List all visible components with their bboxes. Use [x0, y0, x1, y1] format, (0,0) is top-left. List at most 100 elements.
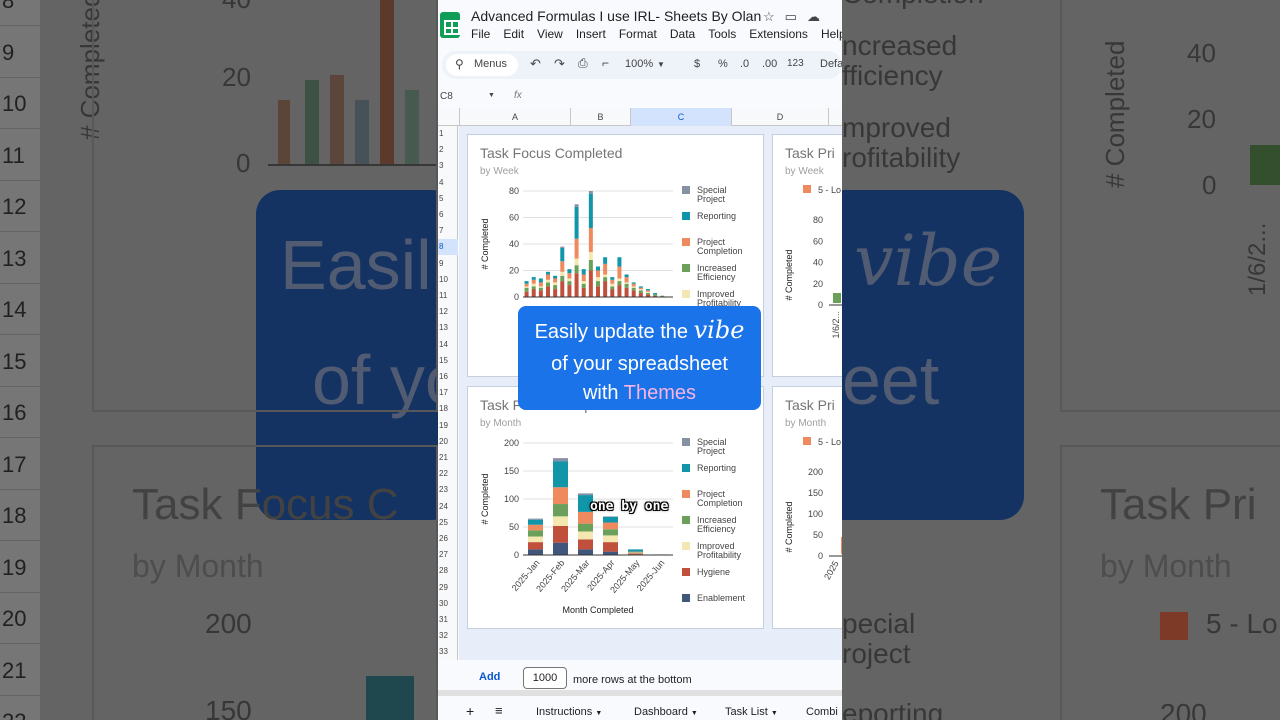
- bar-segment[interactable]: [603, 535, 618, 543]
- row-header-cell[interactable]: 22: [438, 466, 458, 482]
- bar-segment[interactable]: [574, 265, 579, 274]
- bar-segment[interactable]: [528, 549, 543, 555]
- bar-segment[interactable]: [574, 273, 579, 297]
- row-header-cell[interactable]: 31: [438, 612, 458, 628]
- bar-segment[interactable]: [624, 282, 629, 284]
- row-header-cell[interactable]: 21: [438, 450, 458, 466]
- bar-segment[interactable]: [553, 289, 558, 297]
- bar-segment[interactable]: [638, 293, 643, 297]
- row-header-cell[interactable]: 33: [438, 644, 458, 660]
- bar-segment[interactable]: [631, 283, 636, 287]
- bar-segment[interactable]: [531, 286, 536, 290]
- bar-segment[interactable]: [603, 516, 618, 523]
- row-header-cell[interactable]: 32: [438, 628, 458, 644]
- row-header-cell[interactable]: 7: [438, 223, 458, 239]
- bar-segment[interactable]: [574, 206, 579, 239]
- row-header-cell[interactable]: 29: [438, 580, 458, 596]
- bar-segment[interactable]: [553, 516, 568, 526]
- bar-segment[interactable]: [610, 277, 615, 280]
- bar-segment[interactable]: [617, 257, 622, 267]
- menu-item[interactable]: Format: [619, 27, 657, 41]
- bar-segment[interactable]: [588, 259, 593, 271]
- bar-segment[interactable]: [538, 286, 543, 288]
- bar-segment[interactable]: [631, 282, 636, 284]
- bar-segment[interactable]: [833, 293, 841, 303]
- bar-segment[interactable]: [538, 287, 543, 291]
- bar-segment[interactable]: [553, 458, 568, 462]
- bar-segment[interactable]: [553, 525, 568, 543]
- bar-segment[interactable]: [603, 542, 618, 552]
- bar-segment[interactable]: [524, 287, 529, 292]
- number-format-button[interactable]: 123: [787, 58, 804, 69]
- redo-icon[interactable]: ↷: [554, 56, 565, 72]
- bar-segment[interactable]: [588, 270, 593, 298]
- bar-segment[interactable]: [560, 246, 565, 248]
- bar-segment[interactable]: [574, 258, 579, 266]
- row-header-cell[interactable]: 17: [438, 385, 458, 401]
- bar-segment[interactable]: [638, 287, 643, 290]
- bar-segment[interactable]: [610, 283, 615, 287]
- bar-segment[interactable]: [631, 290, 636, 297]
- row-header-cell[interactable]: 5: [438, 191, 458, 207]
- bar-segment[interactable]: [546, 271, 550, 275]
- bar-segment[interactable]: [581, 283, 586, 288]
- bar-segment[interactable]: [553, 285, 558, 290]
- bar-segment[interactable]: [624, 274, 629, 278]
- row-header-cell[interactable]: 8: [438, 239, 458, 256]
- menu-item[interactable]: Tools: [708, 27, 736, 41]
- folder-move-icon[interactable]: ▭: [785, 9, 807, 24]
- bar-segment[interactable]: [610, 286, 615, 290]
- bar-segment[interactable]: [553, 275, 558, 279]
- bar-segment[interactable]: [624, 283, 629, 288]
- chart-task-priority-week[interactable]: Task Pri by Week 5 - Lo 80 60 40 20 0 # Comple…: [772, 134, 842, 377]
- bar-segment[interactable]: [646, 289, 650, 291]
- bar-segment[interactable]: [560, 281, 565, 297]
- bar-segment[interactable]: [553, 282, 558, 286]
- row-header-cell[interactable]: 4: [438, 175, 458, 191]
- bar-segment[interactable]: [610, 279, 615, 284]
- bar-segment[interactable]: [560, 247, 565, 262]
- row-header-cell[interactable]: 3: [438, 158, 458, 174]
- add-sheet-icon[interactable]: +: [466, 703, 474, 719]
- bar-segment[interactable]: [628, 553, 643, 555]
- bar-segment[interactable]: [631, 287, 636, 291]
- column-header-A[interactable]: A: [459, 108, 570, 126]
- bar-segment[interactable]: [553, 278, 558, 283]
- bar-segment[interactable]: [560, 275, 565, 282]
- bar-segment[interactable]: [528, 518, 543, 520]
- bar-segment[interactable]: [596, 281, 600, 287]
- bar-segment[interactable]: [638, 286, 643, 288]
- row-header-cell[interactable]: 23: [438, 482, 458, 498]
- increase-decimal-button[interactable]: .00: [762, 58, 777, 70]
- bar-segment[interactable]: [841, 537, 842, 554]
- tab-instructions[interactable]: Instructions ▼: [536, 706, 602, 718]
- bar-segment[interactable]: [596, 266, 600, 271]
- row-header-cell[interactable]: 24: [438, 499, 458, 515]
- chart-task-priority-month[interactable]: Task Pri by Month 5 - Lo 200 150 100 50 0 # Co…: [772, 386, 842, 629]
- sheets-logo-icon[interactable]: [440, 12, 460, 38]
- row-header-cell[interactable]: 1: [438, 126, 458, 142]
- row-header-cell[interactable]: 26: [438, 531, 458, 547]
- undo-icon[interactable]: ↶: [530, 56, 541, 72]
- row-header-cell[interactable]: 12: [438, 304, 458, 320]
- bar-segment[interactable]: [588, 191, 593, 194]
- zoom-select[interactable]: 100%: [625, 58, 653, 70]
- bar-segment[interactable]: [617, 278, 622, 282]
- tab-dashboard[interactable]: Dashboard ▼: [634, 706, 698, 718]
- bar-segment[interactable]: [603, 281, 608, 297]
- bar-segment[interactable]: [574, 204, 579, 207]
- bar-segment[interactable]: [567, 269, 572, 274]
- bar-segment[interactable]: [531, 277, 536, 280]
- bar-segment[interactable]: [538, 282, 543, 287]
- bar-segment[interactable]: [528, 519, 543, 525]
- row-header-cell[interactable]: 27: [438, 547, 458, 563]
- bar-segment[interactable]: [546, 274, 550, 280]
- name-box-dropdown-icon[interactable]: ▼: [488, 92, 495, 99]
- bar-segment[interactable]: [567, 273, 572, 279]
- bar-segment[interactable]: [628, 552, 643, 554]
- bar-segment[interactable]: [603, 529, 618, 536]
- bar-segment[interactable]: [524, 281, 529, 284]
- bar-segment[interactable]: [603, 551, 618, 555]
- formula-input[interactable]: [534, 88, 840, 106]
- bar-segment[interactable]: [553, 487, 568, 505]
